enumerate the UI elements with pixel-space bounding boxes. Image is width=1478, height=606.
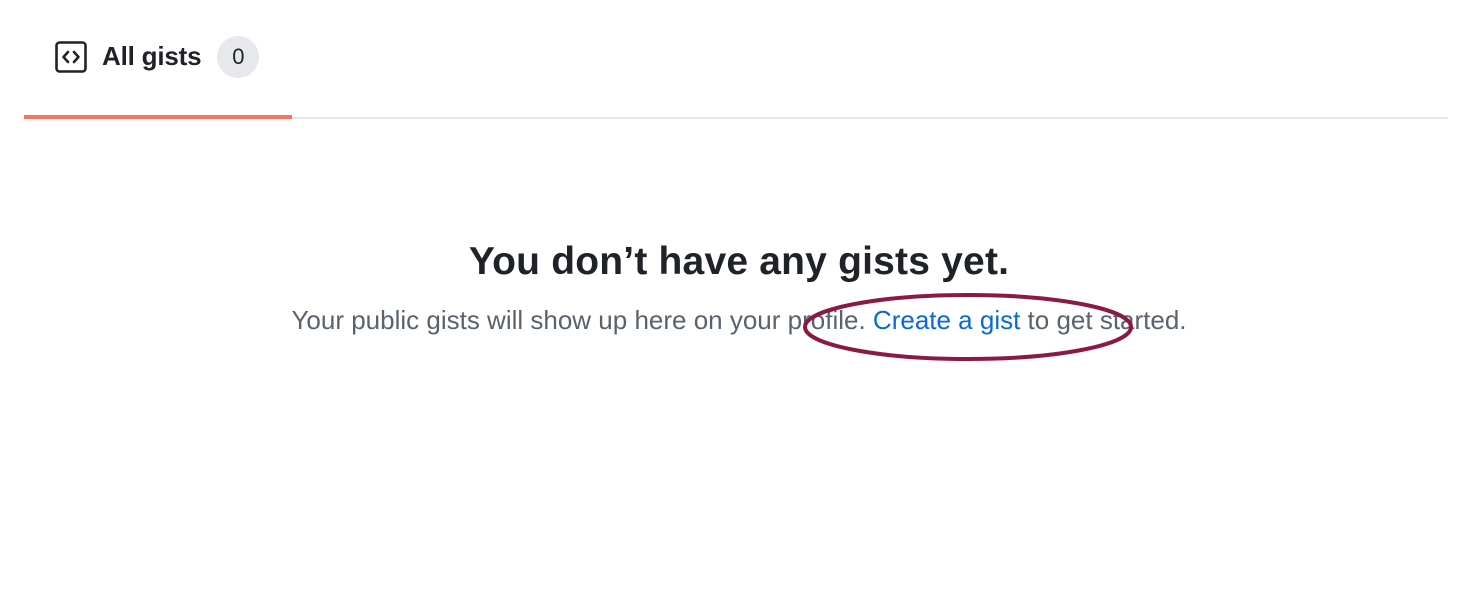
- empty-state: You don’t have any gists yet. Your publi…: [0, 236, 1478, 342]
- gists-page: All gists 0 You don’t have any gists yet…: [0, 0, 1478, 606]
- code-square-icon: [55, 40, 87, 73]
- empty-state-message: Your public gists will show up here on y…: [0, 298, 1478, 342]
- gist-count-badge: 0: [217, 35, 260, 78]
- empty-state-text-after: to get started.: [1020, 305, 1187, 335]
- empty-state-title: You don’t have any gists yet.: [468, 240, 1010, 283]
- tab-all-gists-label: All gists: [102, 41, 202, 71]
- gists-tab-nav: All gists 0: [24, 0, 1448, 119]
- create-gist-link[interactable]: Create a gist: [873, 305, 1020, 335]
- empty-state-text-before: Your public gists will show up here on y…: [291, 305, 873, 335]
- tab-all-gists[interactable]: All gists 0: [24, 0, 292, 119]
